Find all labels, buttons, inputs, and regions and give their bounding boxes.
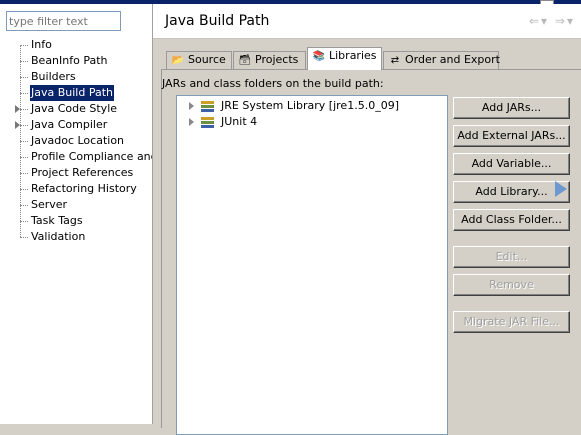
libraries-panel: JARs and class folders on the build path… <box>161 69 581 435</box>
tree-item-info[interactable]: Info <box>0 37 152 53</box>
tab-label: Projects <box>255 53 299 66</box>
tab-source[interactable]: 📂 Source <box>166 51 232 69</box>
page-header: Java Build Path ⇐▾ ⇒▾ <box>153 4 581 39</box>
tree-connector <box>20 205 28 206</box>
tree-item-java-compiler[interactable]: Java Compiler <box>0 117 152 133</box>
tree-connector <box>20 237 28 238</box>
tree-connector <box>20 157 28 158</box>
tree-item-profile-compliance[interactable]: Profile Compliance and Va <box>0 149 152 165</box>
tree-item-java-build-path[interactable]: Java Build Path <box>0 85 152 101</box>
tree-connector <box>20 125 28 126</box>
projects-icon: 🗃 <box>238 55 252 66</box>
tab-label: Order and Export <box>405 53 500 66</box>
tree-item-label: Validation <box>31 230 86 243</box>
add-class-folder-button[interactable]: Add Class Folder... <box>453 209 570 231</box>
forward-menu-icon[interactable]: ▾ <box>567 14 575 28</box>
libraries-icon: 📚 <box>312 51 326 62</box>
tree-item-project-references[interactable]: Project References <box>0 165 152 181</box>
tree-item-builders[interactable]: Builders <box>0 69 152 85</box>
forward-arrow-icon[interactable]: ⇒ <box>555 14 567 28</box>
tree-item-javadoc-location[interactable]: Javadoc Location <box>0 133 152 149</box>
tree-item-label: Profile Compliance and Va <box>31 150 152 163</box>
add-jars-button[interactable]: Add JARs... <box>453 97 570 119</box>
preferences-navigation: Info BeanInfo Path Builders Java Build P… <box>0 4 153 424</box>
tree-connector <box>20 93 28 94</box>
build-path-label: JARs and class folders on the build path… <box>162 77 384 90</box>
source-folder-icon: 📂 <box>171 55 185 66</box>
tree-item-label: Java Build Path <box>30 85 115 101</box>
tree-item-label: Java Compiler <box>31 118 108 131</box>
back-menu-icon[interactable]: ▾ <box>541 14 549 28</box>
tab-label: Libraries <box>329 49 377 62</box>
expand-arrow-icon[interactable] <box>189 118 194 126</box>
mouse-pointer-icon <box>555 181 567 197</box>
library-icon <box>201 117 214 128</box>
tree-item-label: Builders <box>31 70 76 83</box>
tree-connector <box>20 173 28 174</box>
tree-connector <box>20 221 28 222</box>
tree-item-label: Java Code Style <box>31 102 118 115</box>
back-arrow-icon[interactable]: ⇐ <box>529 14 541 28</box>
build-path-entries-list[interactable]: JRE System Library [jre1.5.0_09] JUnit 4 <box>176 95 448 435</box>
tree-item-label: Server <box>31 198 68 211</box>
tree-item-label: BeanInfo Path <box>31 54 108 67</box>
tree-item-label: Refactoring History <box>31 182 137 195</box>
tree-item-label: Project References <box>31 166 134 179</box>
library-icon <box>201 101 214 112</box>
page-title: Java Build Path <box>165 13 270 29</box>
tab-projects[interactable]: 🗃 Projects <box>233 51 306 69</box>
tab-order-and-export[interactable]: ⇄ Order and Export <box>383 51 500 69</box>
history-navigation: ⇐▾ ⇒▾ <box>529 14 575 28</box>
expand-arrow-icon[interactable] <box>189 102 194 110</box>
tree-item-label: Javadoc Location <box>31 134 125 147</box>
tree-item-label: Info <box>31 38 52 51</box>
tab-label: Source <box>188 53 226 66</box>
edit-button[interactable]: Edit... <box>453 246 570 268</box>
add-library-button[interactable]: Add Library... <box>453 181 570 203</box>
list-item-label: JUnit 4 <box>221 115 258 128</box>
tree-item-server[interactable]: Server <box>0 197 152 213</box>
tree-item-beaninfo-path[interactable]: BeanInfo Path <box>0 53 152 69</box>
migrate-jar-file-button[interactable]: Migrate JAR File... <box>453 311 570 333</box>
properties-page: Java Build Path ⇐▾ ⇒▾ 📂 Source 🗃 Projects … <box>153 4 581 435</box>
list-item-label: JRE System Library [jre1.5.0_09] <box>221 99 399 112</box>
tab-libraries[interactable]: 📚 Libraries <box>307 47 382 70</box>
tree-connector <box>20 77 28 78</box>
filter-input[interactable] <box>6 11 121 31</box>
tree-item-label: Task Tags <box>31 214 83 227</box>
tree-connector <box>20 189 28 190</box>
add-variable-button[interactable]: Add Variable... <box>453 153 570 175</box>
order-export-icon: ⇄ <box>390 55 400 66</box>
tree-connector <box>20 109 28 110</box>
preferences-tree: Info BeanInfo Path Builders Java Build P… <box>0 37 152 245</box>
tree-item-java-code-style[interactable]: Java Code Style <box>0 101 152 117</box>
remove-button[interactable]: Remove <box>453 274 570 296</box>
add-external-jars-button[interactable]: Add External JARs... <box>453 125 570 147</box>
tree-connector <box>20 141 28 142</box>
tree-connector <box>20 45 28 46</box>
tree-item-refactoring-history[interactable]: Refactoring History <box>0 181 152 197</box>
tree-item-task-tags[interactable]: Task Tags <box>0 213 152 229</box>
tree-item-validation[interactable]: Validation <box>0 229 152 245</box>
tree-connector <box>20 61 28 62</box>
